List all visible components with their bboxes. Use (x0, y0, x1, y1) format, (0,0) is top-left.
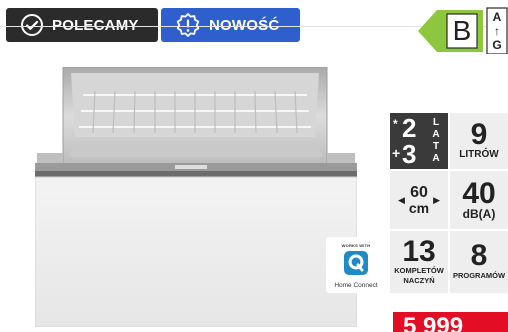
home-connect-name: Home Connect (334, 282, 378, 289)
place-settings-tile: 13 KOMPLETÓW NACZYŃ (390, 231, 448, 293)
home-connect-badge: WORKS WITH Home Connect (326, 237, 386, 293)
programs-value: 8 (470, 239, 488, 272)
energy-scale-bottom: G (492, 38, 502, 52)
warranty-word: LATA (432, 117, 440, 164)
energy-scale-arrow-icon: ↑ (494, 24, 500, 38)
energy-class-label[interactable]: B A ↑ G (417, 6, 508, 55)
warranty-star: * (393, 117, 398, 131)
noise-value: 40 (462, 177, 496, 210)
new-badge: NOWOŚĆ (161, 8, 300, 42)
warranty-tile: * 2 + 3 LATA (390, 113, 448, 169)
place-settings-value: 13 (402, 235, 436, 268)
price-value: 5 999 (403, 313, 464, 332)
warranty-extra: 3 (402, 139, 417, 169)
programs-unit: PROGRAMÓW (452, 271, 506, 280)
water-consumption-tile: 9 LITRÓW (450, 113, 508, 169)
warranty-plus: + (392, 145, 401, 161)
check-circle-icon (20, 13, 44, 37)
arrow-right-icon: ▶ (433, 194, 441, 205)
energy-scale-top: A (492, 10, 502, 24)
width-tile: ◀ 60 cm ▶ (390, 171, 448, 229)
new-badge-label: NOWOŚĆ (209, 16, 280, 34)
price-tag: 5 999 (393, 312, 508, 332)
noise-tile: 40 dB(A) (450, 171, 508, 229)
water-unit: LITRÓW (459, 149, 499, 160)
place-settings-unit-2: NACZYŃ (403, 276, 435, 285)
recommended-badge-label: POLECAMY (52, 16, 139, 34)
recommended-badge: POLECAMY (6, 8, 158, 42)
width-unit: cm (408, 200, 430, 216)
arrow-left-icon: ◀ (397, 194, 405, 205)
works-with-label: WORKS WITH (341, 243, 371, 248)
product-image[interactable] (34, 66, 358, 328)
width-value: 60 (410, 184, 428, 201)
home-connect-icon (344, 251, 368, 280)
place-settings-unit-1: KOMPLETÓW (394, 266, 444, 275)
energy-class-value: B (452, 15, 472, 46)
alert-badge-icon (175, 12, 201, 38)
noise-unit: dB(A) (462, 207, 496, 221)
water-value: 9 (470, 118, 488, 151)
programs-tile: 8 PROGRAMÓW (450, 231, 508, 293)
